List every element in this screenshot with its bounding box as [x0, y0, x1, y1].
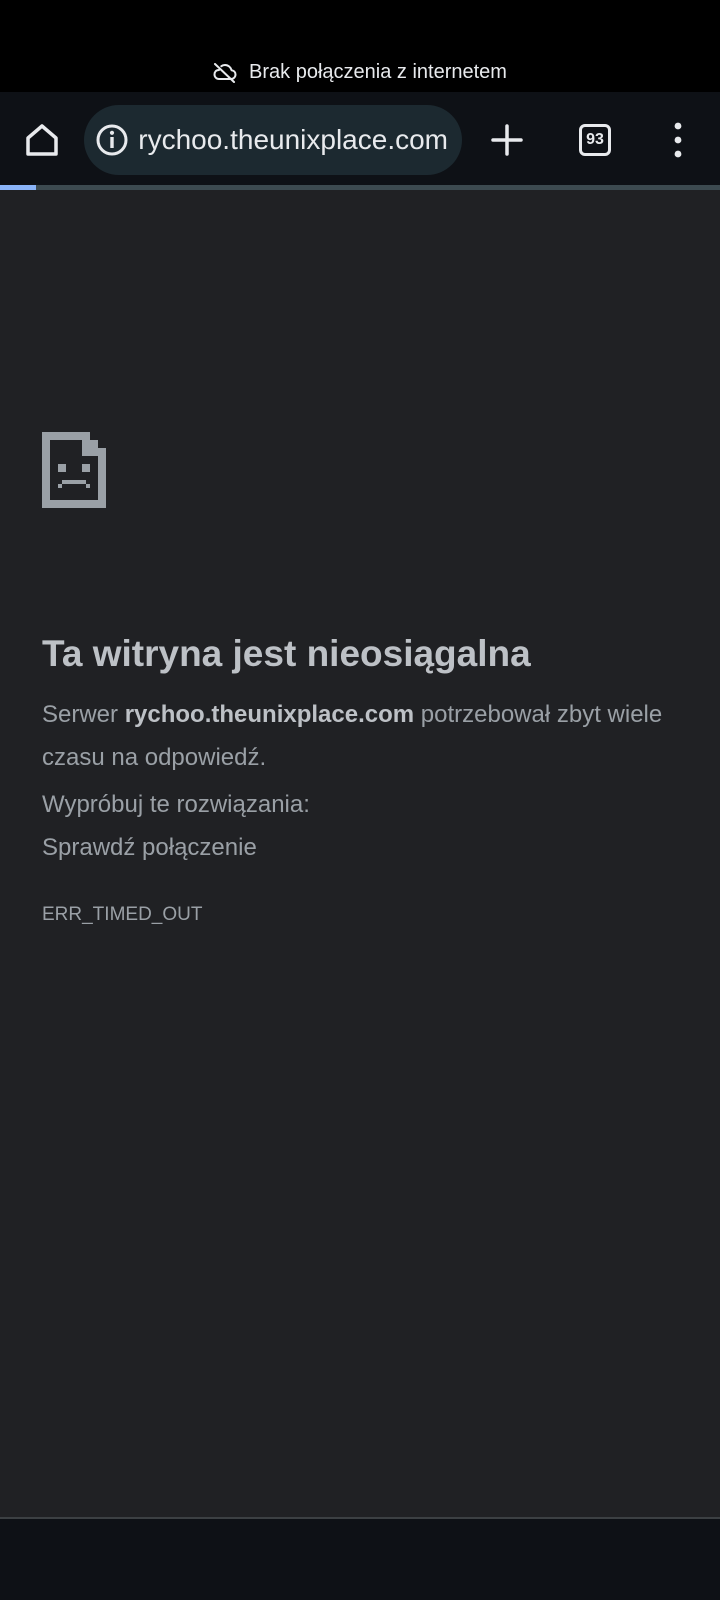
error-description: Serwer rychoo.theunixplace.com potrzebow… — [42, 701, 663, 771]
home-icon[interactable] — [22, 120, 62, 160]
suggestions-heading: Wypróbuj te rozwiązania: — [42, 791, 310, 818]
url-text[interactable]: rychoo.theunixplace.com — [140, 105, 448, 175]
more-vertical-icon[interactable] — [664, 120, 692, 160]
sad-page-icon — [42, 432, 106, 513]
browser-toolbar: rychoo.theunixplace.com 93 — [0, 92, 720, 185]
tab-count: 93 — [586, 131, 604, 148]
cloud-off-icon — [213, 62, 237, 83]
tab-switcher-button[interactable]: 93 — [579, 124, 611, 156]
suggestion-check-connection: Sprawdź połączenie — [42, 834, 257, 861]
offline-text: Brak połączenia z internetem — [249, 61, 507, 83]
status-bar: Brak połączenia z internetem — [0, 0, 720, 92]
error-title: Ta witryna jest nieosiągalna — [42, 633, 531, 674]
info-icon[interactable] — [94, 122, 130, 158]
error-page: Ta witryna jest nieosiągalna Serwer rych… — [0, 190, 720, 1517]
error-code: ERR_TIMED_OUT — [42, 904, 203, 925]
system-nav-bar — [0, 1519, 720, 1600]
error-host: rychoo.theunixplace.com — [124, 701, 415, 728]
plus-icon[interactable] — [487, 120, 527, 160]
offline-banner: Brak połączenia z internetem — [213, 61, 507, 84]
address-bar[interactable]: rychoo.theunixplace.com — [84, 105, 462, 175]
